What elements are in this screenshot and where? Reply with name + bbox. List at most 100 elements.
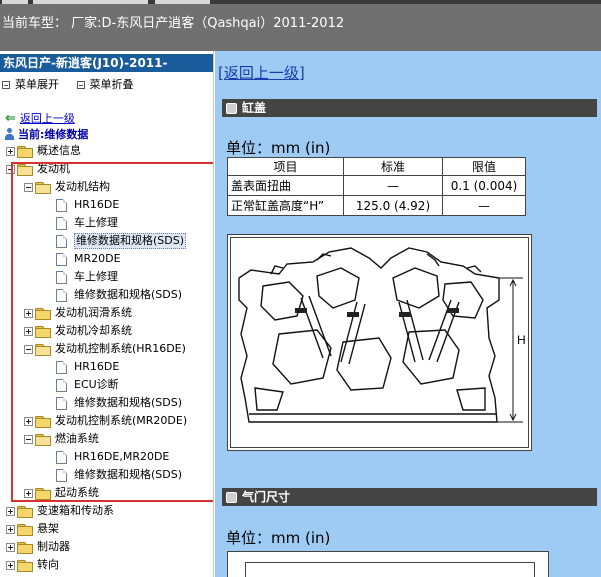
folder-icon — [35, 308, 51, 320]
folder-icon — [35, 488, 51, 500]
tree-item-label: 发动机 — [37, 162, 70, 175]
tree-item[interactable]: 发动机 — [0, 160, 213, 178]
expand-icon[interactable] — [24, 327, 33, 336]
tree-item-label: 维修数据和规格(SDS) — [74, 233, 187, 249]
tree-item[interactable]: HR16DE,MR20DE — [0, 448, 213, 466]
browser-tab[interactable] — [2, 0, 28, 4]
browser-tab[interactable] — [155, 0, 210, 4]
folder-icon — [17, 542, 33, 554]
tree-item[interactable]: 发动机控制系统(HR16DE) — [0, 340, 213, 358]
return-link[interactable]: [返回上一级] — [218, 62, 305, 83]
user-icon — [5, 128, 14, 140]
collapse-icon[interactable] — [24, 345, 33, 354]
cylinder-head-drawing: H — [238, 247, 526, 423]
tree-item[interactable]: 发动机控制系统(MR20DE) — [0, 412, 213, 430]
figure-border — [245, 562, 535, 577]
tree-item[interactable]: 发动机冷却系统 — [0, 322, 213, 340]
expand-icon[interactable] — [6, 525, 15, 534]
table-header-cell: 限值 — [442, 157, 526, 176]
document-icon — [56, 271, 67, 284]
tree-item-label: 车上修理 — [74, 270, 118, 283]
tree-item[interactable]: 变速箱和传动系 — [0, 502, 213, 520]
section-title: 缸盖 — [242, 101, 267, 115]
open-folder-icon — [17, 164, 33, 176]
collapse-icon[interactable] — [24, 183, 33, 192]
table-header-row: 项目 标准 限值 — [227, 157, 526, 176]
expand-menu-label: 菜单展开 — [15, 78, 59, 91]
tree-item-label: 发动机结构 — [55, 180, 110, 193]
expand-icon[interactable] — [6, 507, 15, 516]
table-cell: 盖表面扭曲 — [227, 175, 344, 196]
tree-item[interactable]: 悬架 — [0, 520, 213, 538]
tree-item[interactable]: 维修数据和规格(SDS) — [0, 286, 213, 304]
tree-item[interactable]: MR20DE — [0, 250, 213, 268]
expand-icon[interactable] — [24, 489, 33, 498]
expand-icon[interactable] — [24, 309, 33, 318]
document-icon — [56, 469, 67, 482]
tree-item[interactable]: 概述信息 — [0, 142, 213, 160]
open-folder-icon — [35, 182, 51, 194]
sidebar-back-label: 返回上一级 — [19, 112, 75, 125]
browser-tab[interactable] — [33, 0, 148, 4]
expand-icon[interactable] — [6, 147, 15, 156]
tree-item[interactable]: 燃油系统 — [0, 430, 213, 448]
tree-item-label: 车上修理 — [74, 216, 118, 229]
document-icon — [56, 217, 67, 230]
table-row: 正常缸盖高度“H” 125.0 (4.92) — — [227, 195, 526, 216]
tree-item[interactable]: HR16DE — [0, 196, 213, 214]
dimension-label-h: H — [517, 333, 526, 347]
sidebar-title: 东风日产-新逍客(J10)-2011- — [0, 54, 213, 72]
section-square-icon — [226, 492, 237, 503]
tree-item[interactable]: 发动机润滑系统 — [0, 304, 213, 322]
navigation-sidebar: 东风日产-新逍客(J10)-2011- 菜单展开 菜单折叠 ⇐ 返回上一级 当前:… — [0, 51, 214, 577]
table-cell: 125.0 (4.92) — [343, 195, 443, 216]
collapse-icon[interactable] — [24, 435, 33, 444]
tree-item-label: HR16DE — [74, 198, 120, 211]
tree-item-label: 燃油系统 — [55, 432, 99, 445]
tree-item[interactable]: 维修数据和规格(SDS) — [0, 466, 213, 484]
document-icon — [56, 379, 67, 392]
tree-item[interactable]: 制动器 — [0, 538, 213, 556]
collapse-menu-button[interactable]: 菜单折叠 — [76, 76, 134, 92]
section-square-icon — [226, 103, 237, 114]
valve-figure — [227, 551, 549, 577]
unit-label: 单位：mm (in) — [226, 139, 331, 157]
tree-item[interactable]: 车上修理 — [0, 268, 213, 286]
browser-tab-strip — [0, 0, 601, 4]
content-panel: [返回上一级] 缸盖 单位：mm (in) 项目 标准 限值 盖表面扭曲 — 0… — [215, 51, 601, 577]
table-cell: — — [343, 175, 443, 196]
expand-icon[interactable] — [24, 417, 33, 426]
document-icon — [56, 397, 67, 410]
document-icon — [56, 289, 67, 302]
section-header-cylinder-head: 缸盖 — [222, 99, 601, 117]
tree-item-label: HR16DE — [74, 360, 120, 373]
tree-item[interactable]: 维修数据和规格(SDS) — [0, 232, 213, 250]
folder-icon — [17, 506, 33, 518]
section-title: 气门尺寸 — [242, 490, 291, 504]
table-cell: 0.1 (0.004) — [442, 175, 526, 196]
document-icon — [56, 361, 67, 374]
tree-item-label: 发动机控制系统(HR16DE) — [55, 342, 186, 355]
cylinder-head-figure: H — [227, 234, 532, 451]
current-location: 当前:维修数据 — [5, 126, 88, 142]
expand-menu-button[interactable]: 菜单展开 — [2, 76, 59, 92]
collapse-icon[interactable] — [6, 165, 15, 174]
tree-item-label: 维修数据和规格(SDS) — [74, 396, 183, 409]
expand-icon[interactable] — [6, 543, 15, 552]
current-location-label: 当前:维修数据 — [18, 128, 89, 141]
tree-item-label: 悬架 — [37, 522, 59, 535]
figure-border: H — [230, 237, 529, 448]
tree-item-label: 起动系统 — [55, 486, 99, 499]
menu-controls: 菜单展开 菜单折叠 — [2, 76, 148, 92]
tree-item[interactable]: ECU诊断 — [0, 376, 213, 394]
tree-item[interactable]: 转向 — [0, 556, 213, 574]
tree-item[interactable]: HR16DE — [0, 358, 213, 376]
sidebar-back-link[interactable]: ⇐ 返回上一级 — [5, 110, 75, 126]
expand-icon[interactable] — [6, 561, 15, 570]
tree-item[interactable]: 发动机结构 — [0, 178, 213, 196]
open-folder-icon — [35, 434, 51, 446]
tree-item[interactable]: 起动系统 — [0, 484, 213, 502]
tree-item[interactable]: 维修数据和规格(SDS) — [0, 394, 213, 412]
content-scrollbar[interactable] — [597, 51, 601, 577]
tree-item[interactable]: 车上修理 — [0, 214, 213, 232]
